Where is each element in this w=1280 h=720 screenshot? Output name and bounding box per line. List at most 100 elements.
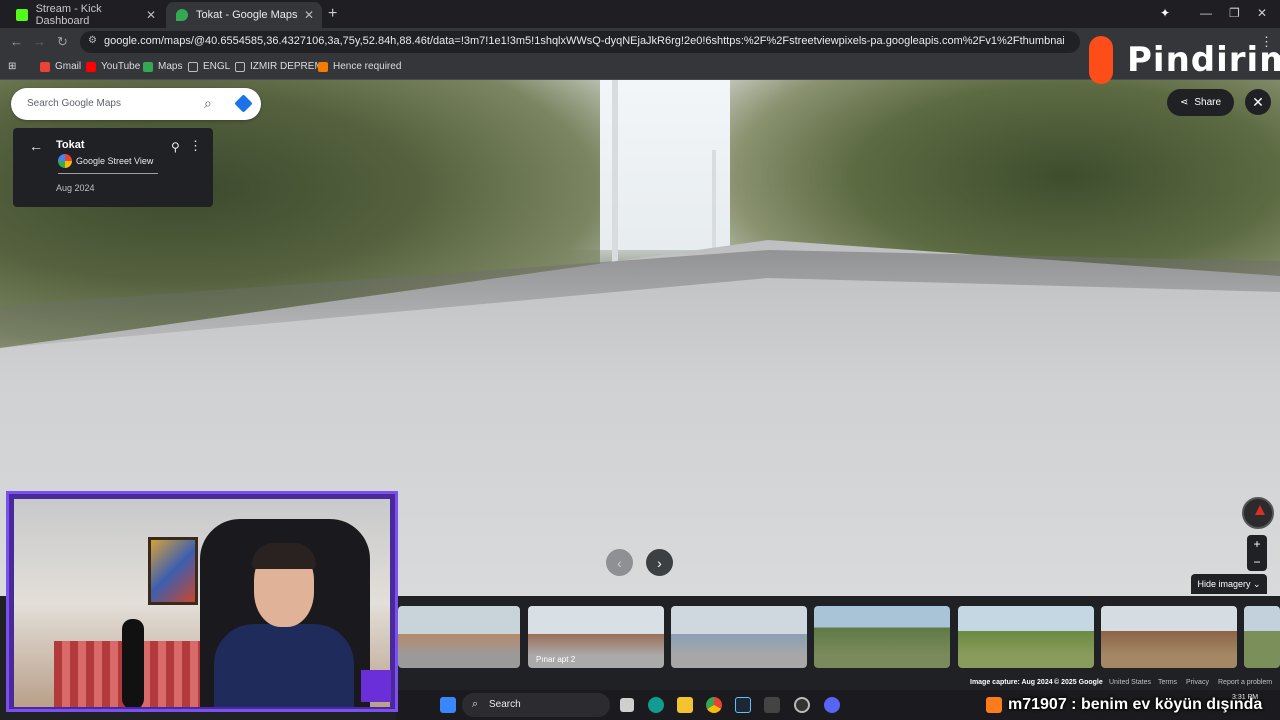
edge-icon[interactable]: [648, 697, 664, 713]
chevron-right-icon: ›: [657, 554, 662, 571]
file-explorer-icon[interactable]: [677, 697, 693, 713]
folder-icon: [188, 61, 198, 72]
thumbnail[interactable]: [958, 606, 1094, 668]
pindirim-logo-icon: [1089, 36, 1113, 84]
close-street-view-button[interactable]: ✕: [1245, 89, 1271, 115]
pindirim-overlay-logo: Pindirim: [1085, 32, 1280, 84]
microphone: [122, 619, 144, 707]
copyright-label: © 2025 Google: [1054, 679, 1103, 686]
stream-logo-icon: [361, 670, 391, 702]
windows-start-icon[interactable]: [440, 697, 456, 713]
report-problem-link[interactable]: Report a problem: [1218, 679, 1272, 686]
thumbnail[interactable]: [398, 606, 520, 668]
steam-icon[interactable]: [735, 697, 751, 713]
site-info-icon[interactable]: ⚙: [88, 35, 98, 47]
zoom-control: + −: [1247, 535, 1267, 571]
maps-favicon-icon: [176, 9, 188, 21]
thumbnail[interactable]: [814, 606, 950, 668]
maps-footer: Image capture: Aug 2024 © 2025 Google Un…: [396, 678, 1280, 690]
close-icon: ✕: [1252, 93, 1264, 110]
more-options-icon[interactable]: ⋮: [189, 138, 202, 154]
location-pin-icon[interactable]: ⚲: [171, 140, 180, 154]
next-image-button[interactable]: ›: [646, 549, 673, 576]
chat-overlay: m71907 : benim ev köyün dışında: [986, 693, 1262, 717]
terms-link[interactable]: Terms: [1158, 679, 1177, 686]
maps-icon: [143, 61, 153, 72]
tab-title: Tokat - Google Maps: [196, 9, 298, 21]
kick-favicon-icon: [16, 9, 28, 21]
webcam-feed: [14, 499, 390, 707]
previous-image-button[interactable]: ‹: [606, 549, 633, 576]
place-title[interactable]: Tokat: [56, 139, 85, 151]
chat-message: m71907 : benim ev köyün dışında: [1008, 696, 1263, 713]
gmail-icon: [40, 61, 50, 72]
sparkle-icon[interactable]: ✦: [1160, 6, 1170, 20]
compass-icon[interactable]: [1242, 497, 1274, 529]
tab-kick-dashboard[interactable]: Stream - Kick Dashboard ✕: [6, 2, 164, 28]
kick-logo-icon: [986, 697, 1002, 713]
region-link[interactable]: United States: [1109, 679, 1151, 686]
bookmark-izmir-depremi[interactable]: IZMIR DEPREMI: [235, 61, 326, 72]
maximize-icon[interactable]: ❐: [1229, 6, 1240, 20]
apps-icon[interactable]: ⊞: [8, 61, 16, 72]
chevron-left-icon: ‹: [617, 554, 622, 571]
forward-icon[interactable]: →: [33, 34, 46, 49]
streamer: [214, 529, 354, 707]
street-view-info-card: ← Tokat Google Street View Aug 2024 ⚲ ⋮: [13, 128, 213, 207]
bookmark-icon: [318, 61, 328, 72]
wall-painting: [148, 537, 198, 605]
thumbnail[interactable]: [1101, 606, 1237, 668]
close-tab-icon[interactable]: ✕: [304, 8, 314, 22]
power-pole: [612, 80, 618, 270]
webcam-overlay: [6, 491, 398, 712]
search-icon: ⌕: [472, 698, 479, 710]
pindirim-wordmark: Pindirim: [1127, 40, 1280, 80]
share-button[interactable]: ⋖ Share: [1167, 89, 1234, 116]
bookmark-maps[interactable]: Maps: [143, 61, 182, 72]
thumbnail[interactable]: [1244, 606, 1280, 668]
tab-title: Stream - Kick Dashboard: [35, 3, 102, 27]
zoom-out-button[interactable]: −: [1247, 553, 1267, 571]
omnibox[interactable]: ⚙ google.com/maps/@40.6554585,36.4327106…: [80, 31, 1080, 53]
divider: [58, 173, 158, 174]
bookmark-youtube[interactable]: YouTube: [86, 61, 140, 72]
chrome-icon[interactable]: [706, 697, 722, 713]
streamer-hair: [252, 543, 316, 569]
obs-icon[interactable]: [794, 697, 810, 713]
back-arrow-icon[interactable]: ←: [29, 138, 43, 154]
taskbar-clock: 3:31 PM: [1232, 694, 1259, 701]
thumbnail[interactable]: Pınar apt 2: [528, 606, 664, 668]
app-icon[interactable]: [764, 697, 780, 713]
zoom-in-button[interactable]: +: [1247, 535, 1267, 553]
task-view-icon[interactable]: [620, 698, 634, 712]
google-logo-icon: [58, 154, 72, 168]
privacy-link[interactable]: Privacy: [1186, 679, 1209, 686]
bookmark-hence-required[interactable]: Hence required: [318, 61, 401, 72]
url-text: google.com/maps/@40.6554585,36.4327106,3…: [104, 35, 1064, 47]
discord-icon[interactable]: [824, 697, 840, 713]
search-icon[interactable]: ⌕: [204, 95, 212, 112]
directions-icon[interactable]: [234, 94, 253, 113]
back-icon[interactable]: ←: [10, 34, 23, 49]
youtube-icon: [86, 61, 96, 72]
close-window-icon[interactable]: ✕: [1257, 6, 1267, 20]
bookmark-engl[interactable]: ENGL: [188, 61, 230, 72]
reload-icon[interactable]: ↻: [57, 34, 68, 50]
search-input[interactable]: Search Google Maps: [27, 98, 121, 109]
source-label: Google Street View: [76, 156, 154, 166]
thumbnail[interactable]: [671, 606, 807, 668]
bookmark-gmail[interactable]: Gmail: [40, 61, 81, 72]
tab-google-maps[interactable]: Tokat - Google Maps ✕: [166, 2, 322, 28]
new-tab-icon[interactable]: +: [328, 5, 337, 23]
imagery-filmstrip: Pınar apt 2: [396, 596, 1280, 678]
taskbar-search[interactable]: ⌕ Search: [462, 693, 610, 717]
maps-search-box[interactable]: Search Google Maps ⌕: [11, 88, 261, 120]
minimize-icon[interactable]: —: [1200, 6, 1212, 20]
folder-icon: [235, 61, 245, 72]
share-icon: ⋖: [1179, 97, 1189, 108]
capture-date[interactable]: Aug 2024: [56, 183, 95, 193]
streamer-body: [214, 624, 354, 707]
image-capture-label: Image capture: Aug 2024: [970, 679, 1053, 686]
hide-imagery-button[interactable]: Hide imagery ⌄: [1191, 574, 1267, 594]
close-tab-icon[interactable]: ✕: [146, 8, 156, 22]
